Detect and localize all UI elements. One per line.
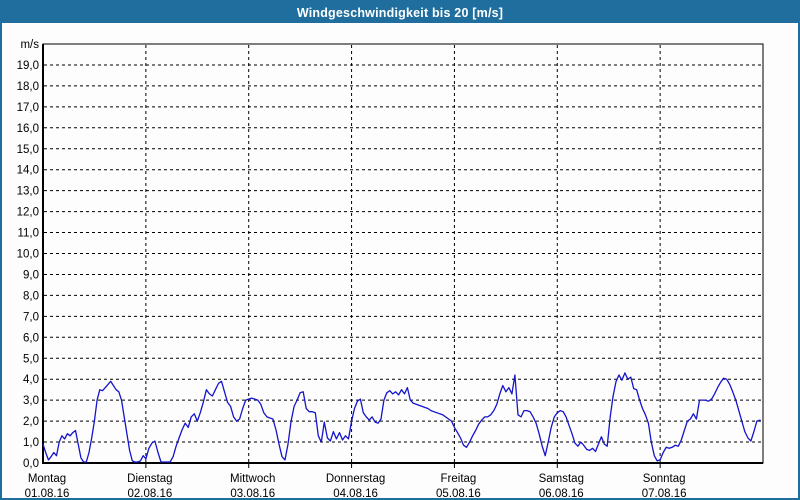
y-tick-label: 6,0 <box>23 332 39 344</box>
y-tick-label: 8,0 <box>23 290 39 302</box>
y-axis-unit-label: m/s <box>20 39 39 51</box>
x-day-label: Dienstag <box>127 473 172 485</box>
x-date-label: 04.08.16 <box>333 488 378 498</box>
x-day-label: Samstag <box>539 473 584 485</box>
x-day-label: Sonntag <box>643 473 686 485</box>
x-date-label: 05.08.16 <box>436 488 481 498</box>
chart-window: Windgeschwindigkeit bis 20 [m/s] m/s 19,0… <box>0 0 800 500</box>
y-tick-label: 2,0 <box>23 416 39 428</box>
y-tick-label: 11,0 <box>17 228 39 240</box>
plot-border <box>42 43 764 464</box>
y-tick-label: 3,0 <box>23 395 39 407</box>
chart-title: Windgeschwindigkeit bis 20 [m/s] <box>296 5 504 20</box>
x-date-label: 02.08.16 <box>127 488 172 498</box>
x-day-label: Freitag <box>441 473 477 485</box>
y-tick-label: 7,0 <box>23 311 39 323</box>
y-tick-label: 4,0 <box>23 374 39 386</box>
y-tick-label: 16,0 <box>17 123 39 135</box>
wind-speed-chart: m/s 19,0 18,0 17,0 16,0 15,0 14,0 13,0 12,0 11,0 1… <box>17 39 764 498</box>
y-tick-label: 1,0 <box>23 437 39 449</box>
y-tick-label: 9,0 <box>23 269 39 281</box>
y-tick-label: 15,0 <box>17 144 39 156</box>
y-tick-label: 18,0 <box>17 81 39 93</box>
x-day-label: Montag <box>28 473 66 485</box>
y-tick-label: 0,0 <box>23 458 39 470</box>
x-day-label: Mittwoch <box>230 473 275 485</box>
x-date-label: 01.08.16 <box>25 488 70 498</box>
x-day-label: Donnerstag <box>326 473 385 485</box>
y-tick-label: 19,0 <box>17 60 39 72</box>
x-date-label: 03.08.16 <box>230 488 275 498</box>
y-tick-label: 14,0 <box>17 165 39 177</box>
x-date-label: 07.08.16 <box>642 488 687 498</box>
y-tick-label: 12,0 <box>17 207 39 219</box>
chart-region: m/s 19,0 18,0 17,0 16,0 15,0 14,0 13,0 12,0 11,0 1… <box>2 23 798 498</box>
x-date-label: 06.08.16 <box>539 488 584 498</box>
y-tick-label: 5,0 <box>23 353 39 365</box>
y-tick-label: 10,0 <box>17 249 39 261</box>
y-tick-label: 17,0 <box>17 102 39 114</box>
y-tick-label: 13,0 <box>17 186 39 198</box>
title-bar: Windgeschwindigkeit bis 20 [m/s] <box>2 2 798 23</box>
